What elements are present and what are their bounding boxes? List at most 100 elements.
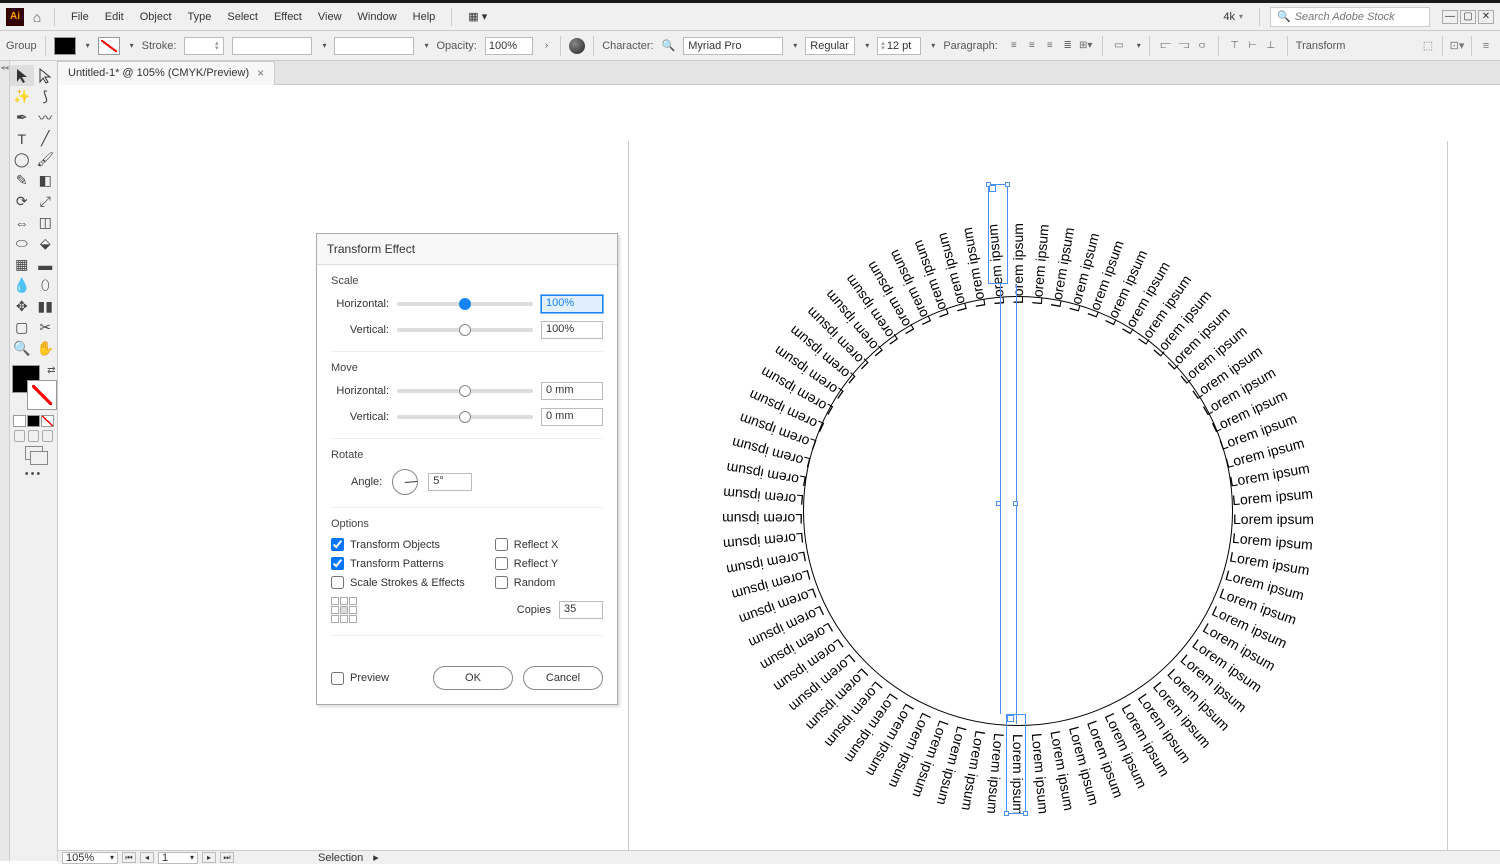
- maximize-button[interactable]: ▢: [1460, 10, 1476, 24]
- canvas[interactable]: Untitled-1* @ 105% (CMYK/Preview) × Lore…: [58, 61, 1500, 861]
- document-tab[interactable]: Untitled-1* @ 105% (CMYK/Preview) ×: [58, 61, 275, 85]
- angle-knob[interactable]: [392, 469, 418, 495]
- free-transform-tool[interactable]: ◫: [34, 212, 58, 233]
- transform-patterns-check[interactable]: Transform Patterns: [331, 557, 465, 570]
- stroke-swatch[interactable]: [98, 37, 120, 55]
- menu-file[interactable]: File: [63, 8, 97, 26]
- stroke-profile[interactable]: [232, 37, 312, 55]
- menu-type[interactable]: Type: [180, 8, 220, 26]
- angle-input[interactable]: 5°: [428, 473, 472, 491]
- menu-edit[interactable]: Edit: [97, 8, 132, 26]
- fill-stroke-control[interactable]: ⇄: [12, 365, 56, 409]
- stroke-weight-field[interactable]: ▴▾: [184, 37, 224, 55]
- lasso-tool[interactable]: ⟆: [34, 86, 58, 107]
- align-middle-icon[interactable]: ⊢: [1245, 38, 1261, 54]
- list-icon[interactable]: ≡: [1478, 38, 1494, 54]
- curvature-tool[interactable]: 〰: [34, 107, 58, 128]
- shaper-tool[interactable]: ✎: [10, 170, 34, 191]
- scale-v-slider[interactable]: [397, 328, 533, 332]
- opacity-field[interactable]: 100%: [485, 37, 533, 55]
- brush-definition[interactable]: [334, 37, 414, 55]
- perspective-tool[interactable]: ⬙: [34, 233, 58, 254]
- opacity-chevron[interactable]: ›: [541, 40, 552, 51]
- fill-swatch[interactable]: [54, 37, 76, 55]
- cancel-button[interactable]: Cancel: [523, 666, 603, 690]
- close-button[interactable]: ✕: [1478, 10, 1494, 24]
- menu-effect[interactable]: Effect: [266, 8, 310, 26]
- blend-tool[interactable]: ⬯: [34, 275, 58, 296]
- layout-switch-icon[interactable]: ▦ ▾: [460, 7, 495, 26]
- align-left-icon[interactable]: ≡: [1006, 38, 1022, 54]
- draw-mode-row[interactable]: [14, 430, 53, 442]
- reflect-x-check[interactable]: Reflect X: [495, 538, 559, 551]
- last-artboard-icon[interactable]: ⏭: [220, 852, 234, 863]
- align-obj-left-icon[interactable]: ⫍: [1158, 38, 1174, 54]
- menu-select[interactable]: Select: [219, 8, 266, 26]
- search-input[interactable]: [1295, 11, 1415, 23]
- scale-h-input[interactable]: 100%: [541, 295, 603, 313]
- align-right-icon[interactable]: ≡: [1042, 38, 1058, 54]
- menu-window[interactable]: Window: [350, 8, 405, 26]
- move-v-input[interactable]: 0 mm: [541, 408, 603, 426]
- scale-h-slider[interactable]: [397, 302, 533, 306]
- symbol-sprayer-tool[interactable]: ✥: [10, 296, 34, 317]
- font-style-field[interactable]: Regular: [805, 37, 855, 55]
- pen-tool[interactable]: ✒: [10, 107, 34, 128]
- selection-tool[interactable]: [10, 65, 34, 86]
- direct-selection-tool[interactable]: [34, 65, 58, 86]
- width-tool[interactable]: ⇔: [10, 212, 34, 233]
- font-family-field[interactable]: Myriad Pro: [683, 37, 783, 55]
- search-stock[interactable]: 🔍: [1270, 7, 1430, 27]
- gradient-tool[interactable]: ▬: [34, 254, 58, 275]
- preview-check[interactable]: Preview: [331, 672, 389, 685]
- workspace-switcher[interactable]: 4k ▾: [1217, 9, 1249, 25]
- align-bottom-icon[interactable]: ⊥: [1263, 38, 1279, 54]
- prev-artboard-icon[interactable]: ◂: [140, 852, 154, 863]
- slice-tool[interactable]: ✂: [34, 317, 58, 338]
- random-check[interactable]: Random: [495, 576, 559, 589]
- more-para-icon[interactable]: ⊞▾: [1078, 38, 1094, 54]
- link-icon[interactable]: ⬚: [1420, 38, 1436, 54]
- copies-input[interactable]: 35: [559, 601, 603, 619]
- mesh-tool[interactable]: ▦: [10, 254, 34, 275]
- move-h-slider[interactable]: [397, 389, 533, 393]
- shape-builder-tool[interactable]: ⬭: [10, 233, 34, 254]
- zoom-tool[interactable]: 🔍: [10, 338, 34, 359]
- first-artboard-icon[interactable]: ⏮: [122, 852, 136, 863]
- align-obj-center-icon[interactable]: ⫎: [1176, 38, 1192, 54]
- line-tool[interactable]: ╱: [34, 128, 58, 149]
- minimize-button[interactable]: —: [1442, 10, 1458, 24]
- menu-object[interactable]: Object: [132, 8, 180, 26]
- scale-strokes-check[interactable]: Scale Strokes & Effects: [331, 576, 465, 589]
- justify-icon[interactable]: ≣: [1060, 38, 1076, 54]
- zoom-level[interactable]: 105%▾: [62, 852, 118, 864]
- isolate-icon[interactable]: ▭: [1111, 38, 1127, 54]
- align-artboard-icon[interactable]: ⊡▾: [1449, 38, 1465, 54]
- column-graph-tool[interactable]: ▮▮: [34, 296, 58, 317]
- home-icon[interactable]: ⌂: [28, 8, 46, 26]
- artboard-number[interactable]: 1▾: [158, 852, 198, 864]
- menu-help[interactable]: Help: [405, 8, 444, 26]
- more-tools[interactable]: •••: [10, 468, 57, 480]
- eyedropper-tool[interactable]: 💧: [10, 275, 34, 296]
- font-size-field[interactable]: ▴▾12 pt: [877, 37, 921, 55]
- anchor-grid[interactable]: [331, 597, 357, 623]
- menu-view[interactable]: View: [310, 8, 350, 26]
- panel-collapse-left[interactable]: ◂◂: [0, 61, 10, 861]
- align-top-icon[interactable]: ⊤: [1227, 38, 1243, 54]
- ok-button[interactable]: OK: [433, 666, 513, 690]
- rotate-tool[interactable]: ⟳: [10, 191, 34, 212]
- next-artboard-icon[interactable]: ▸: [202, 852, 216, 863]
- scale-tool[interactable]: ⤢: [34, 191, 58, 212]
- reflect-y-check[interactable]: Reflect Y: [495, 557, 559, 570]
- ellipse-tool[interactable]: ◯: [10, 149, 34, 170]
- eraser-tool[interactable]: ◧: [34, 170, 58, 191]
- scale-v-input[interactable]: 100%: [541, 321, 603, 339]
- type-tool[interactable]: T: [10, 128, 34, 149]
- align-center-icon[interactable]: ≡: [1024, 38, 1040, 54]
- recolor-icon[interactable]: [569, 38, 585, 54]
- screen-mode-icon[interactable]: [25, 446, 43, 460]
- move-h-input[interactable]: 0 mm: [541, 382, 603, 400]
- color-mode-row[interactable]: [13, 415, 54, 427]
- hand-tool[interactable]: ✋: [34, 338, 58, 359]
